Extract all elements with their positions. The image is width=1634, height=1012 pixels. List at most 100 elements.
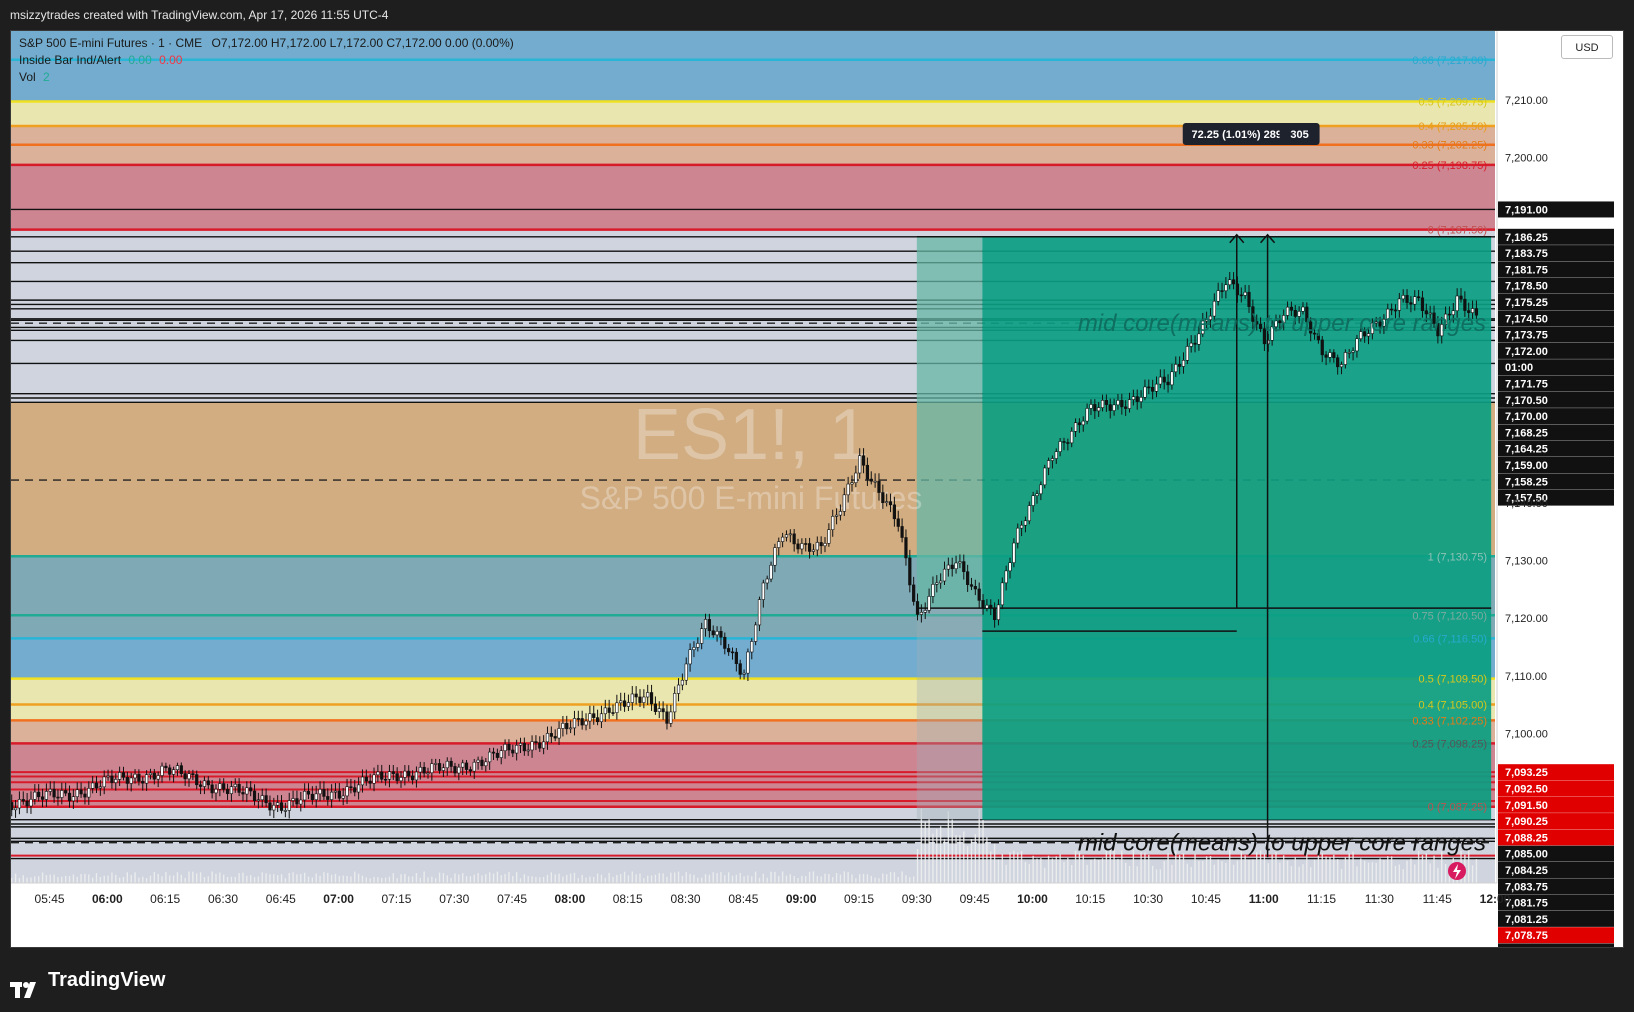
volume-bar (1094, 858, 1096, 883)
volume-bar (569, 873, 572, 883)
volume-bar (61, 876, 63, 883)
volume-bar (739, 872, 741, 883)
candle-body (245, 787, 249, 795)
volume-bar (1044, 867, 1046, 883)
price-chart[interactable]: ES1!, 1 S&P 500 E-mini Futures 72.25 (1.01… (11, 31, 1623, 947)
chart-panel[interactable]: S&P 500 E-mini Futures · 1 · CME O7,172.… (10, 30, 1624, 948)
legend-vol-label[interactable]: Vol (19, 70, 36, 84)
candle-body (156, 775, 160, 780)
candle-body (1023, 520, 1028, 526)
candle-body (83, 793, 87, 798)
candle-body (1343, 352, 1347, 365)
volume-bar (585, 877, 587, 883)
price-axis-label: 7,171.75 (1505, 379, 1548, 391)
volume-bar (805, 876, 807, 883)
volume-bar (276, 875, 279, 883)
volume-bar (465, 876, 468, 883)
currency-button[interactable]: USD (1561, 35, 1613, 59)
candle-body (437, 763, 442, 771)
candle-body (649, 692, 654, 705)
candle-body (476, 759, 480, 763)
volume-bar (303, 872, 306, 883)
volume-bar (1275, 852, 1277, 883)
volume-bar (180, 874, 182, 883)
volume-bar (242, 872, 244, 883)
candle-body (1116, 400, 1120, 406)
volume-bar (982, 820, 984, 883)
candle-body (642, 696, 646, 703)
volume-bar (1124, 862, 1127, 883)
candle-body (962, 561, 966, 573)
volume-bar (126, 872, 129, 883)
candle-body (1112, 404, 1116, 411)
candle-body (711, 630, 715, 636)
legend-indicator-row[interactable]: Inside Bar Ind/Alert 0.00 0.00 (19, 52, 514, 69)
watermark-ticker: ES1!, 1 (633, 395, 869, 475)
volume-bar (1221, 861, 1223, 883)
candle-body (1077, 422, 1082, 426)
volume-bar (596, 873, 599, 883)
candle-body (1216, 290, 1220, 302)
tradingview-logo-icon (10, 972, 42, 998)
chart-caption: msizzytrades created with TradingView.co… (10, 8, 389, 22)
candle-body (133, 773, 137, 779)
volume-bar (1279, 862, 1281, 883)
candle-body (788, 533, 792, 536)
legend-volume-row[interactable]: Vol 2 (19, 69, 514, 86)
candle-body (742, 672, 746, 675)
candle-body (1127, 399, 1132, 409)
candle-body (1220, 290, 1224, 292)
volume-bar (1309, 867, 1312, 883)
volume-bar (781, 871, 784, 883)
candle-body (1135, 396, 1139, 402)
candle-body (168, 767, 172, 775)
volume-bar (573, 872, 576, 883)
candle-body (91, 782, 95, 789)
candle-body (873, 480, 877, 483)
volume-bar (488, 872, 491, 883)
legend-symbol-row[interactable]: S&P 500 E-mini Futures · 1 · CME O7,172.… (19, 35, 514, 52)
candle-body (865, 464, 870, 480)
candle-body (461, 762, 465, 768)
annotation-text-lower: mid core(means) to upper core ranges (1078, 830, 1486, 857)
volume-bar (169, 875, 171, 883)
time-axis-label: 06:45 (266, 892, 296, 906)
candle-body (11, 802, 14, 811)
volume-bar (647, 875, 649, 883)
candle-body (160, 765, 164, 776)
candle-body (279, 802, 284, 811)
volume-bar (223, 874, 225, 883)
volume-bar (562, 876, 564, 883)
volume-bar (257, 876, 260, 883)
volume-bar (14, 873, 17, 883)
candle-body (530, 741, 534, 751)
candle-body (792, 533, 796, 545)
candle-body (52, 788, 56, 798)
candle-body (137, 773, 141, 782)
volume-bar (91, 877, 94, 883)
candle-body (56, 796, 60, 799)
volume-bar (589, 876, 591, 883)
long-position-stop-zone (916, 608, 983, 820)
candle-body (804, 543, 808, 545)
price-axis-label: 7,078.25 (1505, 946, 1548, 947)
candle-body (206, 780, 210, 786)
legend-indicator-name[interactable]: Inside Bar Ind/Alert (19, 53, 121, 67)
volume-bar (600, 874, 603, 883)
fib-label: 0.5 (7,109.50) (1419, 674, 1488, 686)
candle-body (834, 514, 839, 517)
volume-bar (323, 872, 325, 883)
volume-bar (1363, 860, 1366, 883)
candle-body (542, 741, 546, 749)
candle-body (1193, 342, 1197, 345)
candle-body (553, 736, 557, 739)
candle-body (842, 494, 846, 512)
legend-symbol[interactable]: S&P 500 E-mini Futures · 1 · CME (19, 36, 202, 50)
volume-bar (519, 878, 522, 883)
volume-bar (357, 873, 360, 883)
volume-bar (134, 872, 136, 883)
volume-bar (1074, 850, 1077, 883)
candle-body (322, 789, 326, 797)
candle-body (892, 504, 896, 520)
candle-body (1066, 442, 1070, 444)
